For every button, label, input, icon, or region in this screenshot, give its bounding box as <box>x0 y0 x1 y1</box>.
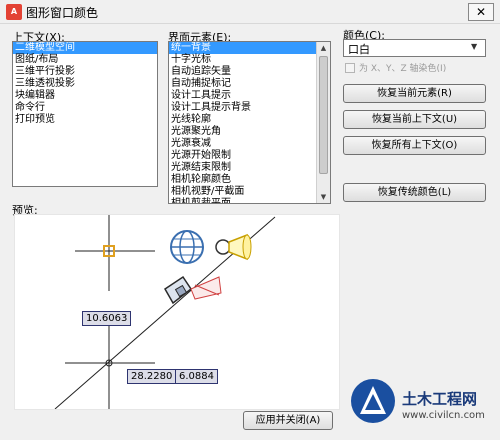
element-item[interactable]: 统一背景 <box>169 42 317 54</box>
element-item[interactable]: 设计工具提示背景 <box>169 102 317 114</box>
chevron-down-icon[interactable]: ▼ <box>471 42 477 51</box>
autocad-app-icon: A <box>6 4 22 20</box>
element-item[interactable]: 光源聚光角 <box>169 126 317 138</box>
dimension-input-x: 28.2280 <box>127 369 177 384</box>
dimension-input-y: 6.0884 <box>175 369 218 384</box>
restore-classic-colors-button[interactable]: 恢复传统颜色(L) <box>343 183 486 202</box>
element-item[interactable]: 设计工具提示 <box>169 90 317 102</box>
element-item[interactable]: 光源衰减 <box>169 138 317 150</box>
scroll-down-arrow-icon[interactable]: ▼ <box>317 191 330 203</box>
web-light-globe-icon <box>170 230 204 264</box>
close-button[interactable]: ✕ <box>468 3 494 21</box>
dimension-input-vertical: 10.6063 <box>82 311 132 326</box>
preview-pane: 10.6063 28.2280 6.0884 <box>14 214 340 410</box>
element-item[interactable]: 相机轮廓颜色 <box>169 174 317 186</box>
scrollbar-thumb[interactable] <box>319 56 328 174</box>
element-item[interactable]: 相机剪裁平面 <box>169 198 317 203</box>
civilcn-logo-icon <box>351 379 395 423</box>
window-title: 图形窗口颜色 <box>26 6 99 20</box>
context-item[interactable]: 块编辑器 <box>13 90 157 102</box>
apply-and-close-button[interactable]: 应用并关闭(A) <box>243 411 333 430</box>
tint-axes-label: 为 X、Y、Z 轴染色(I) <box>359 64 447 74</box>
restore-current-element-button[interactable]: 恢复当前元素(R) <box>343 84 486 103</box>
interface-elements-list: 统一背景 十字光标 自动追踪矢量 自动捕捉标记 设计工具提示 设计工具提示背景 光线轮廓 光源… <box>169 42 317 203</box>
elements-scrollbar[interactable]: ▲ ▼ <box>316 42 330 203</box>
element-item[interactable]: 光源结束限制 <box>169 162 317 174</box>
restore-current-context-button[interactable]: 恢复当前上下文(U) <box>343 110 486 129</box>
element-item[interactable]: 自动捕捉标记 <box>169 78 317 90</box>
color-select-value: 口白 <box>348 43 370 56</box>
interface-elements-listbox[interactable]: 统一背景 十字光标 自动追踪矢量 自动捕捉标记 设计工具提示 设计工具提示背景 光线轮廓 光源… <box>168 41 331 204</box>
color-select[interactable]: 口白 ▼ <box>343 39 486 57</box>
context-item[interactable]: 二维模型空间 <box>13 42 157 54</box>
restore-all-contexts-button[interactable]: 恢复所有上下文(O) <box>343 136 486 155</box>
camera-icon <box>164 275 222 305</box>
context-listbox[interactable]: 二维模型空间 图纸/布局 三维平行投影 三维透视投影 块编辑器 命令行 打印预览 <box>12 41 158 187</box>
context-item[interactable]: 三维平行投影 <box>13 66 157 78</box>
watermark-name: 土木工程网 <box>402 390 478 408</box>
context-list: 二维模型空间 图纸/布局 三维平行投影 三维透视投影 块编辑器 命令行 打印预览 <box>13 42 157 126</box>
element-item[interactable]: 十字光标 <box>169 54 317 66</box>
element-item[interactable]: 光线轮廓 <box>169 114 317 126</box>
element-item[interactable]: 相机视野/平截面 <box>169 186 317 198</box>
spotlight-icon <box>215 233 252 261</box>
context-item[interactable]: 打印预览 <box>13 114 157 126</box>
watermark-url: www.civilcn.com <box>402 410 485 421</box>
element-item[interactable]: 自动追踪矢量 <box>169 66 317 78</box>
context-item[interactable]: 图纸/布局 <box>13 54 157 66</box>
context-item[interactable]: 三维透视投影 <box>13 78 157 90</box>
context-item[interactable]: 命令行 <box>13 102 157 114</box>
element-item[interactable]: 光源开始限制 <box>169 150 317 162</box>
scroll-up-arrow-icon[interactable]: ▲ <box>317 42 330 54</box>
tint-axes-checkbox[interactable] <box>345 63 355 73</box>
